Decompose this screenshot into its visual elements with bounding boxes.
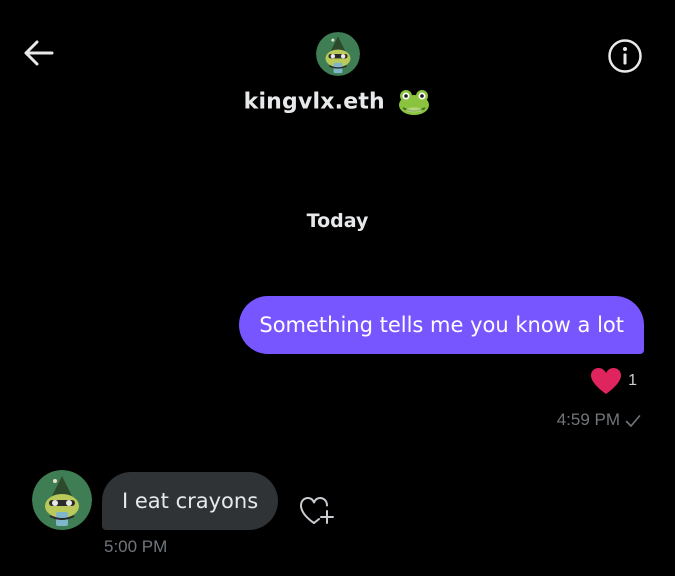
received-message-bubble[interactable]: I eat crayons [102,472,279,530]
arrow-left-icon [24,40,54,66]
checkmark-icon [625,413,641,427]
reaction-count: 1 [628,372,637,389]
sent-time-label: 4:59 PM [556,410,620,429]
info-circle-icon [608,39,642,73]
heart-icon [590,367,622,395]
received-message-time: 5:00 PM [104,537,168,556]
contact-name[interactable]: kingvlx.eth [244,90,385,115]
frog-wizard-avatar-icon [32,470,92,530]
conversation-title: kingvlx.eth [0,88,675,116]
sent-message-bubble[interactable]: Something tells me you know a lot [239,296,644,354]
header-avatar[interactable] [316,32,360,76]
info-button[interactable] [607,38,643,74]
date-separator: Today [306,210,369,232]
frog-face-emoji-icon [397,88,431,116]
sender-avatar[interactable] [32,470,92,530]
sent-message-time: 4:59 PM [557,410,641,430]
back-button[interactable] [22,38,56,68]
add-reaction-button[interactable] [298,490,338,530]
add-reaction-icon [300,497,334,524]
message-reaction[interactable]: 1 [590,366,637,396]
frog-wizard-avatar-icon [316,32,360,76]
